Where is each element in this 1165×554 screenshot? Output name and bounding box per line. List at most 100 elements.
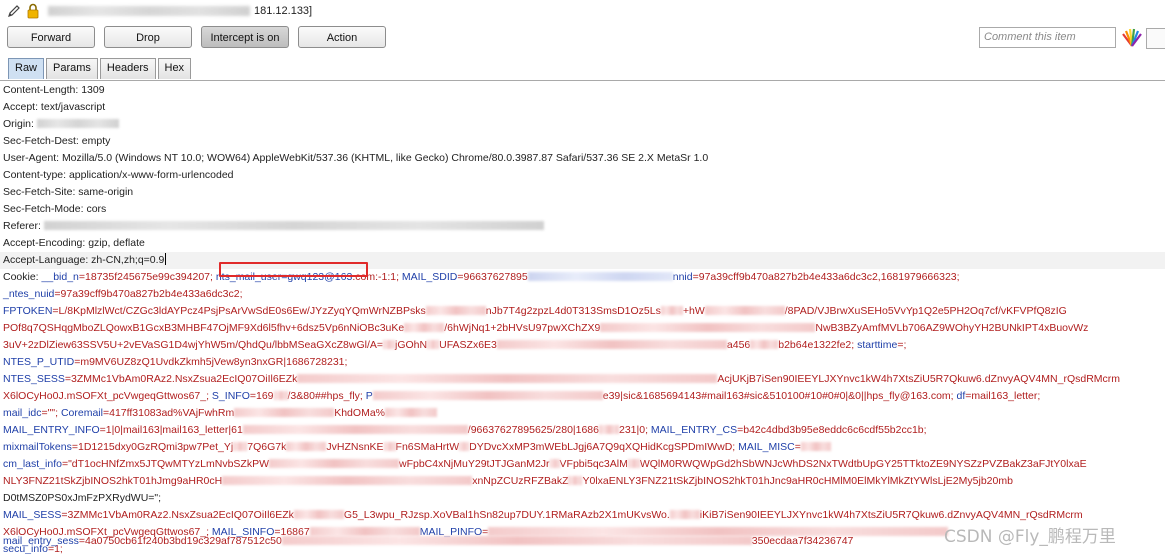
header-line: Referer:	[3, 218, 1165, 235]
tab-divider	[0, 80, 1165, 81]
cookie-value: =b42c4dbd3b95e8eddc6c6cdf55b2cc1b;	[737, 424, 927, 436]
text-caret	[165, 253, 167, 265]
cookie-value: NLY3FNZ21tSkZjbINOS2hkT01hJmg9aHR0cH	[3, 475, 223, 487]
highlight-color-icon[interactable]	[1121, 28, 1143, 48]
search-field-stub[interactable]	[1146, 28, 1165, 49]
cookie-name: FPTOKEN	[3, 305, 53, 317]
cookie-value: WQlM0RWQWpGd2hSbWNJcWhDS2NxTWdtbUpGY25TT…	[639, 458, 1087, 470]
redacted-text	[704, 306, 785, 315]
intercept-toggle-button[interactable]: Intercept is on	[201, 26, 289, 48]
cookie-value: =97a39cff9b470a827b2b4e433a6dc3c2,168197…	[692, 271, 960, 283]
tab-params[interactable]: Params	[46, 58, 98, 79]
cookie-name: NTES_SESS	[3, 373, 65, 385]
redacted-text	[273, 391, 288, 400]
cookie-name: NTES_P_UTID	[3, 356, 75, 368]
cookie-line: Cookie: __bid_n=18735f245675e99c394207; …	[3, 269, 1165, 286]
redacted-text	[385, 408, 437, 417]
cookie-line: POf8q7QSHqgMboZLQowxB1GcxB3MHBF47OjMF9Xd…	[3, 320, 1165, 337]
cookie-value: UFASZx6E3	[439, 339, 497, 351]
header-line: Origin:	[3, 116, 1165, 133]
redacted-text	[800, 442, 831, 451]
forward-button[interactable]: Forward	[7, 26, 95, 48]
pencil-icon[interactable]	[6, 3, 22, 19]
redacted-text	[660, 306, 683, 315]
redacted-text	[281, 536, 752, 545]
tab-raw[interactable]: Raw	[8, 58, 45, 79]
cookie-value: b2b64e1322fe2;	[778, 339, 855, 351]
cookie-value: /96637627895625/280|1686	[467, 424, 599, 436]
tab-hex[interactable]: Hex	[157, 58, 192, 79]
header-line: Accept-Encoding: gzip, deflate	[3, 237, 145, 249]
cookie-value: DYDvcXxMP3mWEbLJgj6A7Q9qXQHidKcgSPDmIWwD…	[469, 441, 736, 453]
csdn-watermark: CSDN @Fly_鹏程万里	[944, 527, 1116, 547]
action-button[interactable]: Action	[298, 26, 386, 48]
header-text: Origin:	[3, 118, 37, 130]
cookie-value: =3ZMMc1VbAm0RAz2.NsxZsua2EcIQ07OiIl6EZk	[61, 509, 294, 521]
redacted-text	[293, 510, 344, 519]
cookie-value: =3ZMMc1VbAm0RAz2.NsxZsua2EcIQ07OiIl6EZk	[64, 373, 298, 385]
redacted-text	[627, 459, 640, 468]
cookie-value: =97a39cff9b470a827b2b4e433a6dc3c2;	[54, 288, 243, 300]
header-text: Referer:	[3, 220, 44, 232]
redacted-text	[372, 391, 603, 400]
cookie-value: =96637627895	[457, 271, 528, 283]
cookie-value: KhdOMa%	[334, 407, 385, 419]
header-line-current: Accept-Language: zh-CN,zh;q=0.9	[0, 252, 1165, 269]
redacted-text	[269, 459, 399, 468]
cookie-value: ="dT1ocHNfZmx5JTQwMTYzLmNvbSZkPW	[61, 458, 269, 470]
redacted-text	[669, 510, 700, 519]
cookie-value: 3uV+2zDlZiew63SSV5U+2vEVaSG1D4wjYhW5m/Qh…	[3, 339, 384, 351]
cookie-line: MAIL_ENTRY_INFO=1|0|mail163|mail163_lett…	[3, 422, 1165, 439]
header-line: User-Agent: Mozilla/5.0 (Windows NT 10.0…	[3, 152, 709, 164]
header-line: Sec-Fetch-Mode: cors	[3, 203, 107, 215]
redacted-text	[527, 272, 673, 281]
header-line: Sec-Fetch-Site: same-origin	[3, 186, 134, 198]
header-line: Content-type: application/x-www-form-url…	[3, 169, 234, 181]
tab-headers[interactable]: Headers	[99, 58, 156, 79]
redacted-text	[496, 340, 727, 349]
redacted-text	[43, 221, 544, 230]
cookie-value: nJb7T4g2zpzL4d0T313SmsD1Oz5Ls	[485, 305, 661, 317]
cookie-name: df	[953, 390, 966, 402]
header-line: Content-Length: 1309	[3, 84, 105, 96]
cookie-value: =m9MV6UZ8zQ1UvdkZkmh5jVew8yn3nxGR|168672…	[74, 356, 348, 368]
redacted-text	[425, 306, 486, 315]
cookie-line: X6lOCyHo0J.mSOFXt_pcVwgeqGttwos67_; S_IN…	[3, 388, 1165, 405]
header-line: Sec-Fetch-Dest: empty	[3, 135, 111, 147]
raw-request-editor[interactable]: Content-Length: 1309 Accept: text/javasc…	[0, 82, 1165, 554]
highlight-annotation-box	[219, 262, 368, 277]
cookie-line: mail_idc=""; Coremail=417ff31083ad%VAjFw…	[3, 405, 1165, 422]
cookie-value: a456	[726, 339, 751, 351]
cookie-name: P	[362, 390, 373, 402]
cookie-name: nnid	[672, 271, 693, 283]
redacted-text	[549, 459, 560, 468]
cookie-value: =18735f245675e99c394207;	[78, 271, 213, 283]
cookie-value: Y0lxaENLY3FNZ21tSkZjbINOS2hkT01hJnc9aHR0…	[582, 475, 1013, 487]
cookie-label: Cookie:	[3, 271, 42, 283]
comment-input[interactable]: Comment this item	[979, 27, 1116, 48]
cookie-value: e39|sic&1685694143#mail163#sic&510100#10…	[602, 390, 954, 402]
drop-button[interactable]: Drop	[104, 26, 192, 48]
redacted-text	[242, 425, 468, 434]
cookie-name: _ntes_nuid	[3, 288, 55, 300]
cookie-line: D0tMSZ0PS0xJmFzPXRydWU=";	[3, 492, 162, 504]
cookie-value: Fn6SMaHrtW	[395, 441, 460, 453]
redacted-text	[427, 340, 440, 349]
cookie-value: X6lOCyHo0J.mSOFXt_pcVwgeqGttwos67_;	[3, 390, 210, 402]
cookie-line: 3uV+2zDlZiew63SSV5U+2vEVaSG1D4wjYhW5m/Qh…	[3, 337, 1165, 354]
cookie-value: AcjUKjB7iSen90IEEYLJXYnvc1kW4h7XtsZiU5R7…	[717, 373, 1121, 385]
redacted-text	[233, 442, 248, 451]
cookie-value: NwB3BZyAmfMVLb706AZ9WOhyYH2BUNkIPT4xBuov…	[815, 322, 1089, 334]
cookie-value: POf8q7QSHqgMboZLQowxB1GcxB3MHBF47OjMF9Xd…	[3, 322, 405, 334]
cookie-value: wFpbC4xNjMuY29tJTJGanM2Jr	[399, 458, 550, 470]
cookie-line: FPTOKEN=L/8KpMlzlWct/CZGc3ldAYPcz4PsjPsA…	[3, 303, 1165, 320]
redacted-text	[404, 323, 445, 332]
cookie-value: =417ff31083ad%VAjFwhRm	[102, 407, 235, 419]
cookie-value: jGOhN	[395, 339, 428, 351]
redacted-text	[36, 119, 119, 128]
cookie-line: NTES_SESS=3ZMMc1VbAm0RAz2.NsxZsua2EcIQ07…	[3, 371, 1165, 388]
cookie-line: mixmailTokens=1D1215dxy0GzRQmi3pw7Pet_Yj…	[3, 439, 1165, 456]
cookie-name: MAIL_MISC	[735, 441, 795, 453]
cookie-value: /3&80##hps_fly;	[287, 390, 363, 402]
cookie-value: 7Q6G7k	[247, 441, 287, 453]
